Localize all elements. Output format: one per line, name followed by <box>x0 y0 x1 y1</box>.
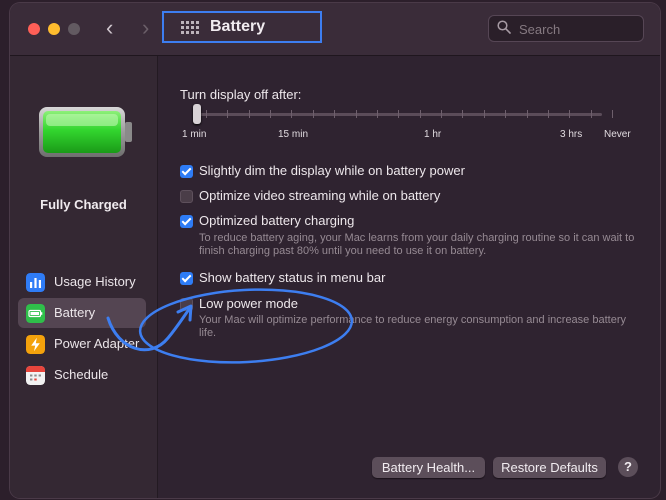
sidebar-item-schedule[interactable]: Schedule <box>18 360 146 390</box>
slider-tick-mark <box>547 110 549 118</box>
back-chevron-icon[interactable]: ‹ <box>106 15 113 41</box>
search-icon <box>497 20 511 34</box>
bar-chart-icon <box>26 273 45 292</box>
forward-chevron-icon[interactable]: › <box>142 15 149 41</box>
sidebar-item-battery[interactable]: Battery <box>18 298 146 328</box>
search-input[interactable] <box>517 19 639 40</box>
sidebar-item-label: Schedule <box>54 367 109 382</box>
battery-health-button[interactable]: Battery Health... <box>372 457 485 478</box>
slider-tick-mark <box>462 110 464 118</box>
slider-tick-label: 15 min <box>278 129 309 140</box>
slider-tick-mark <box>270 110 272 118</box>
zoom-window-button[interactable] <box>68 23 80 35</box>
checkbox-checked[interactable] <box>180 215 193 228</box>
slider-tick-mark <box>334 110 336 118</box>
sidebar-item-label: Usage History <box>54 274 136 289</box>
restore-defaults-button[interactable]: Restore Defaults <box>493 457 606 478</box>
option-label: Optimize video streaming while on batter… <box>199 188 441 203</box>
sidebar-item-label: Battery <box>54 305 96 320</box>
slider-tick-mark <box>227 110 229 118</box>
slider-tick-mark <box>419 110 421 118</box>
window-title: Battery <box>210 18 266 35</box>
bolt-icon <box>26 335 45 354</box>
option-label: Slightly dim the display while on batter… <box>199 163 465 178</box>
system-preferences-window: ‹ › Battery Search Fully Charged Usage H… <box>10 3 660 498</box>
slider-thumb[interactable] <box>193 104 201 124</box>
slider-tick-mark <box>483 110 485 118</box>
low-power-mode-help: Your Mac will optimize performance to re… <box>199 314 626 339</box>
sidebar: Fully Charged Usage History Battery Powe… <box>10 56 158 498</box>
minimize-window-button[interactable] <box>48 23 60 35</box>
slider-tick-label: 1 min <box>182 129 207 140</box>
sidebar-item-label: Power Adapter <box>54 336 140 351</box>
battery-icon <box>26 304 45 323</box>
sidebar-item-usage-history[interactable]: Usage History <box>18 267 146 297</box>
option-label: Optimized battery charging <box>199 213 355 228</box>
slider-tick-mark <box>206 110 207 118</box>
checkbox-unchecked[interactable] <box>180 190 193 203</box>
slider-tick-mark <box>312 110 314 118</box>
slider-tick-mark <box>612 110 613 118</box>
search-field[interactable] <box>488 15 644 42</box>
calendar-icon <box>26 366 45 385</box>
optimized-charging-help: To reduce battery aging, your Mac learns… <box>199 232 635 257</box>
slider-tick-mark <box>398 110 400 118</box>
slider-tick-label: 3 hrs <box>560 129 583 140</box>
close-window-button[interactable] <box>28 23 40 35</box>
help-button[interactable]: ? <box>618 457 638 477</box>
display-off-label: Turn display off after: <box>180 87 302 102</box>
slider-tick-mark <box>590 110 592 118</box>
slider-tick-mark <box>355 110 357 118</box>
slider-tick-mark <box>505 110 507 118</box>
slider-tick-mark <box>569 110 571 118</box>
slider-tick-mark <box>376 110 378 118</box>
sidebar-item-power-adapter[interactable]: Power Adapter <box>18 329 146 359</box>
slider-tick-label: Never <box>604 129 631 140</box>
slider-tick-mark <box>441 110 443 118</box>
slider-tick-label: 1 hr <box>424 129 442 140</box>
slider-tick-mark <box>291 110 293 118</box>
titlebar: ‹ › Battery <box>10 3 660 56</box>
checkbox-checked[interactable] <box>180 272 193 285</box>
slider-tick-mark <box>248 110 250 118</box>
show-all-grid-icon[interactable] <box>181 21 199 35</box>
slider-tick-mark <box>526 110 528 118</box>
battery-status-label: Fully Charged <box>40 197 127 212</box>
option-label: Low power mode <box>199 296 298 311</box>
checkbox-checked[interactable] <box>180 165 193 178</box>
battery-status-icon <box>39 107 132 157</box>
title-highlight-box: Battery <box>162 11 322 43</box>
option-label: Show battery status in menu bar <box>199 270 386 285</box>
checkbox-unchecked[interactable] <box>180 298 193 311</box>
